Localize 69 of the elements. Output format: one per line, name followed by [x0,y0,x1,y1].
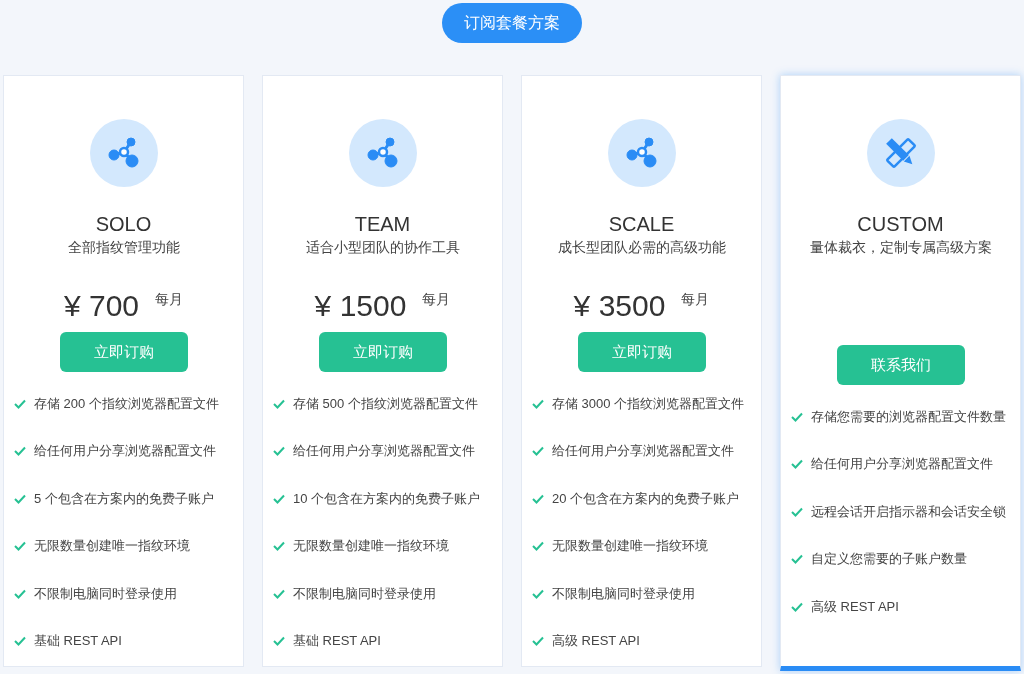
feature-text: 存储 200 个指纹浏览器配置文件 [34,394,219,413]
check-icon [532,588,544,599]
plan-subtitle: 量体裁衣，定制专属高级方案 [809,238,992,257]
plan-price: ¥ 3500 [573,288,666,324]
plans-header-button[interactable]: 订阅套餐方案 [442,3,582,43]
check-icon [532,636,544,647]
feature-text: 存储您需要的浏览器配置文件数量 [811,407,1006,426]
feature-text: 给任何用户分享浏览器配置文件 [293,442,475,461]
feature-text: 给任何用户分享浏览器配置文件 [811,455,993,474]
subscribe-button[interactable]: 立即订购 [59,332,188,372]
check-icon [273,588,285,599]
plan-name: CUSTOM [857,212,944,236]
feature-text: 高级 REST API [811,597,899,616]
network-icon [365,136,400,170]
check-icon [532,446,544,457]
check-icon [273,398,285,409]
plan-price: ¥ 700 [63,288,140,324]
check-icon [14,541,26,552]
check-icon [532,541,544,552]
feature-text: 无限数量创建唯一指纹环境 [552,537,708,556]
feature-text: 不限制电脑同时登录使用 [34,584,177,603]
feature-text: 不限制电脑同时登录使用 [293,584,436,603]
check-icon [791,554,803,565]
plan-name: SCALE [608,212,675,236]
check-icon [273,493,285,504]
check-icon [791,506,803,517]
check-icon [273,446,285,457]
contact-button[interactable]: 联系我们 [836,345,965,385]
check-icon [532,493,544,504]
network-icon [624,136,659,170]
check-icon [273,636,285,647]
check-icon [14,493,26,504]
feature-text: 基础 REST API [34,632,122,651]
check-icon [14,398,26,409]
check-icon [273,541,285,552]
check-icon [14,446,26,457]
price-period: 每月 [155,290,184,309]
pencil-ruler-icon [883,136,918,170]
check-icon [14,636,26,647]
feature-text: 远程会话开启指示器和会话安全锁 [811,502,1006,521]
check-icon [532,398,544,409]
check-icon [791,411,803,422]
feature-text: 存储 500 个指纹浏览器配置文件 [293,394,478,413]
plan-subtitle: 成长型团队必需的高级功能 [557,238,726,257]
feature-text: 给任何用户分享浏览器配置文件 [552,442,734,461]
feature-text: 不限制电脑同时登录使用 [552,584,695,603]
feature-text: 10 个包含在方案内的免费子账户 [293,489,481,508]
feature-text: 存储 3000 个指纹浏览器配置文件 [552,394,745,413]
plan-price: ¥ 1500 [314,288,407,324]
plan-subtitle: 适合小型团队的协作工具 [305,238,460,257]
network-icon [106,136,141,170]
check-icon [14,588,26,599]
subscribe-button[interactable]: 立即订购 [577,332,706,372]
price-period: 每月 [422,290,451,309]
feature-text: 自定义您需要的子账户数量 [811,550,967,569]
feature-text: 5 个包含在方案内的免费子账户 [34,489,214,508]
plan-subtitle: 全部指纹管理功能 [67,238,180,257]
feature-text: 无限数量创建唯一指纹环境 [293,537,449,556]
subscribe-button[interactable]: 立即订购 [318,332,447,372]
feature-text: 20 个包含在方案内的免费子账户 [552,489,740,508]
feature-text: 无限数量创建唯一指纹环境 [34,537,190,556]
feature-text: 高级 REST API [552,632,640,651]
plan-name: TEAM [354,212,411,236]
plan-name: SOLO [95,212,152,236]
feature-text: 基础 REST API [293,632,381,651]
check-icon [791,459,803,470]
price-period: 每月 [681,290,710,309]
feature-text: 给任何用户分享浏览器配置文件 [34,442,216,461]
check-icon [791,601,803,612]
